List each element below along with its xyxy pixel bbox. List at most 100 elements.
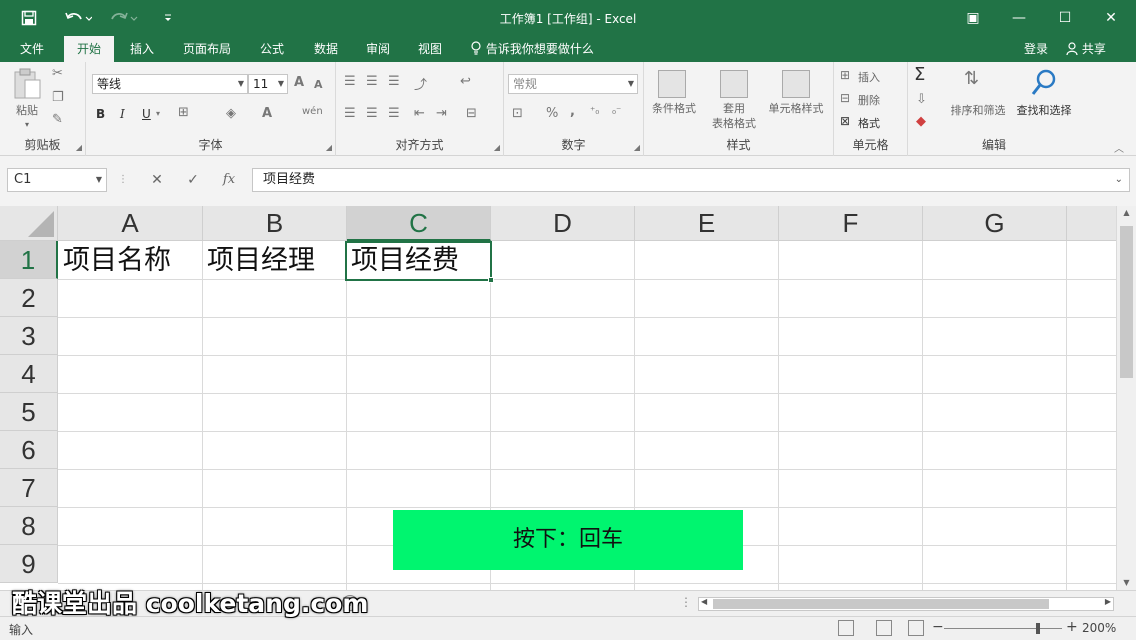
cell-a1[interactable]: 项目名称 xyxy=(58,242,202,280)
align-top-icon[interactable]: ☰ xyxy=(344,74,356,89)
wrap-text-icon[interactable]: ↩ xyxy=(460,74,471,89)
column-header-b[interactable]: B xyxy=(203,206,347,241)
sort-filter-button[interactable]: 排序和筛选 xyxy=(946,102,1010,118)
increase-decimal-icon[interactable]: ⁺₀ xyxy=(590,106,599,117)
page-break-view-icon[interactable] xyxy=(908,620,924,636)
table-format-icon[interactable] xyxy=(720,70,748,98)
row-header-2[interactable]: 2 xyxy=(0,279,58,317)
ribbon-options-icon[interactable]: ▣ xyxy=(950,0,996,36)
percent-button[interactable]: % xyxy=(546,106,558,121)
bold-button[interactable]: B xyxy=(96,107,105,121)
scroll-down-icon[interactable]: ▼ xyxy=(1117,578,1136,587)
format-cells-icon[interactable]: ⊠ xyxy=(840,114,850,128)
currency-icon[interactable]: ⊡ xyxy=(512,106,523,121)
delete-cells-icon[interactable]: ⊟ xyxy=(840,91,850,105)
row-header-8[interactable]: 8 xyxy=(0,507,58,545)
align-left-icon[interactable]: ☰ xyxy=(344,106,356,121)
format-painter-icon[interactable]: ✎ xyxy=(52,112,63,127)
horizontal-scrollbar[interactable]: ◀ ▶ xyxy=(698,597,1114,611)
cell-styles-icon[interactable] xyxy=(782,70,810,98)
column-header-f[interactable]: F xyxy=(779,206,923,241)
enter-icon[interactable]: ✓ xyxy=(180,168,206,192)
number-format-select[interactable]: 常规 ▼ xyxy=(508,74,638,94)
alignment-launcher-icon[interactable]: ◢ xyxy=(494,143,500,152)
zoom-level[interactable]: 200% xyxy=(1082,621,1116,635)
login-link[interactable]: 登录 xyxy=(1024,36,1048,62)
expand-formula-icon[interactable]: ⌄ xyxy=(1115,169,1123,191)
fill-handle[interactable] xyxy=(488,277,494,283)
column-header-h[interactable] xyxy=(1067,206,1116,241)
find-select-button[interactable]: 查找和选择 xyxy=(1012,102,1076,118)
close-button[interactable]: ✕ xyxy=(1088,0,1134,36)
grow-font-icon[interactable]: A xyxy=(294,75,304,90)
zoom-in-button[interactable]: + xyxy=(1066,619,1078,635)
clipboard-launcher-icon[interactable]: ◢ xyxy=(76,143,82,152)
shrink-font-icon[interactable]: A xyxy=(314,78,323,91)
scroll-left-icon[interactable]: ◀ xyxy=(701,597,707,606)
tab-page-layout[interactable]: 页面布局 xyxy=(174,36,240,62)
format-cells-button[interactable]: 格式 xyxy=(858,115,880,131)
conditional-format-button[interactable]: 条件格式 xyxy=(646,102,702,116)
cell-b1[interactable]: 项目经理 xyxy=(202,242,346,280)
align-middle-icon[interactable]: ☰ xyxy=(366,74,378,89)
minimize-button[interactable]: — xyxy=(996,0,1042,36)
formula-input[interactable]: 项目经费 ⌄ xyxy=(252,168,1130,192)
align-bottom-icon[interactable]: ☰ xyxy=(388,74,400,89)
align-right-icon[interactable]: ☰ xyxy=(388,106,400,121)
zoom-slider[interactable] xyxy=(944,623,1062,634)
tab-review[interactable]: 审阅 xyxy=(356,36,400,62)
tell-me-box[interactable]: 告诉我你想要做什么 xyxy=(470,36,594,62)
row-header-7[interactable]: 7 xyxy=(0,469,58,507)
column-header-e[interactable]: E xyxy=(635,206,779,241)
merge-center-icon[interactable]: ⊟ xyxy=(466,106,477,121)
select-all-button[interactable] xyxy=(0,206,58,241)
tab-formulas[interactable]: 公式 xyxy=(250,36,294,62)
tab-file[interactable]: 文件 xyxy=(10,36,54,62)
border-icon[interactable]: ⊞ xyxy=(178,105,189,120)
row-header-1[interactable]: 1 xyxy=(0,241,58,279)
tab-home[interactable]: 开始 xyxy=(64,36,114,62)
table-format-button-line1[interactable]: 套用 xyxy=(704,102,764,116)
share-button[interactable]: 共享 xyxy=(1066,36,1106,62)
delete-cells-button[interactable]: 删除 xyxy=(858,92,880,108)
number-launcher-icon[interactable]: ◢ xyxy=(634,143,640,152)
underline-button[interactable]: U xyxy=(142,107,151,121)
insert-function-icon[interactable]: fx xyxy=(216,168,242,192)
collapse-ribbon-icon[interactable]: ︿ xyxy=(1114,140,1124,155)
font-launcher-icon[interactable]: ◢ xyxy=(326,143,332,152)
scroll-up-icon[interactable]: ▲ xyxy=(1117,208,1136,217)
fill-icon[interactable]: ⇩ xyxy=(916,92,927,107)
cancel-icon[interactable]: ✕ xyxy=(144,168,170,192)
scroll-right-icon[interactable]: ▶ xyxy=(1105,597,1111,606)
autosum-icon[interactable]: Σ xyxy=(914,64,925,85)
decrease-indent-icon[interactable]: ⇤ xyxy=(414,106,425,121)
column-header-a[interactable]: A xyxy=(58,206,203,241)
sort-filter-icon[interactable]: ⇅ xyxy=(964,68,979,89)
font-size-select[interactable]: 11 ▼ xyxy=(248,74,288,94)
zoom-slider-knob[interactable] xyxy=(1036,623,1040,634)
table-format-button-line2[interactable]: 表格格式 xyxy=(700,117,768,131)
row-header-5[interactable]: 5 xyxy=(0,393,58,431)
column-header-d[interactable]: D xyxy=(491,206,635,241)
orientation-icon[interactable]: ⤴ xyxy=(414,74,427,93)
zoom-out-button[interactable]: − xyxy=(932,619,944,635)
insert-cells-button[interactable]: 插入 xyxy=(858,69,880,85)
cell-styles-button[interactable]: 单元格样式 xyxy=(764,102,828,116)
paste-button[interactable]: 粘贴 xyxy=(10,102,44,118)
row-header-3[interactable]: 3 xyxy=(0,317,58,355)
column-header-c[interactable]: C xyxy=(347,206,491,241)
decrease-decimal-icon[interactable]: ₀⁻ xyxy=(612,106,621,117)
normal-view-icon[interactable] xyxy=(838,620,854,636)
insert-cells-icon[interactable]: ⊞ xyxy=(840,68,850,82)
row-header-9[interactable]: 9 xyxy=(0,545,58,583)
fill-color-icon[interactable]: ◈ xyxy=(226,106,236,121)
conditional-format-icon[interactable] xyxy=(658,70,686,98)
search-icon[interactable] xyxy=(1030,68,1058,101)
increase-indent-icon[interactable]: ⇥ xyxy=(436,106,447,121)
tab-insert[interactable]: 插入 xyxy=(120,36,164,62)
paste-icon[interactable] xyxy=(12,68,42,103)
cut-icon[interactable]: ✂ xyxy=(52,66,63,81)
phonetic-icon[interactable]: wén xyxy=(302,106,323,117)
font-color-icon[interactable]: A xyxy=(262,106,272,121)
name-box[interactable]: C1 ▼ xyxy=(7,168,107,192)
